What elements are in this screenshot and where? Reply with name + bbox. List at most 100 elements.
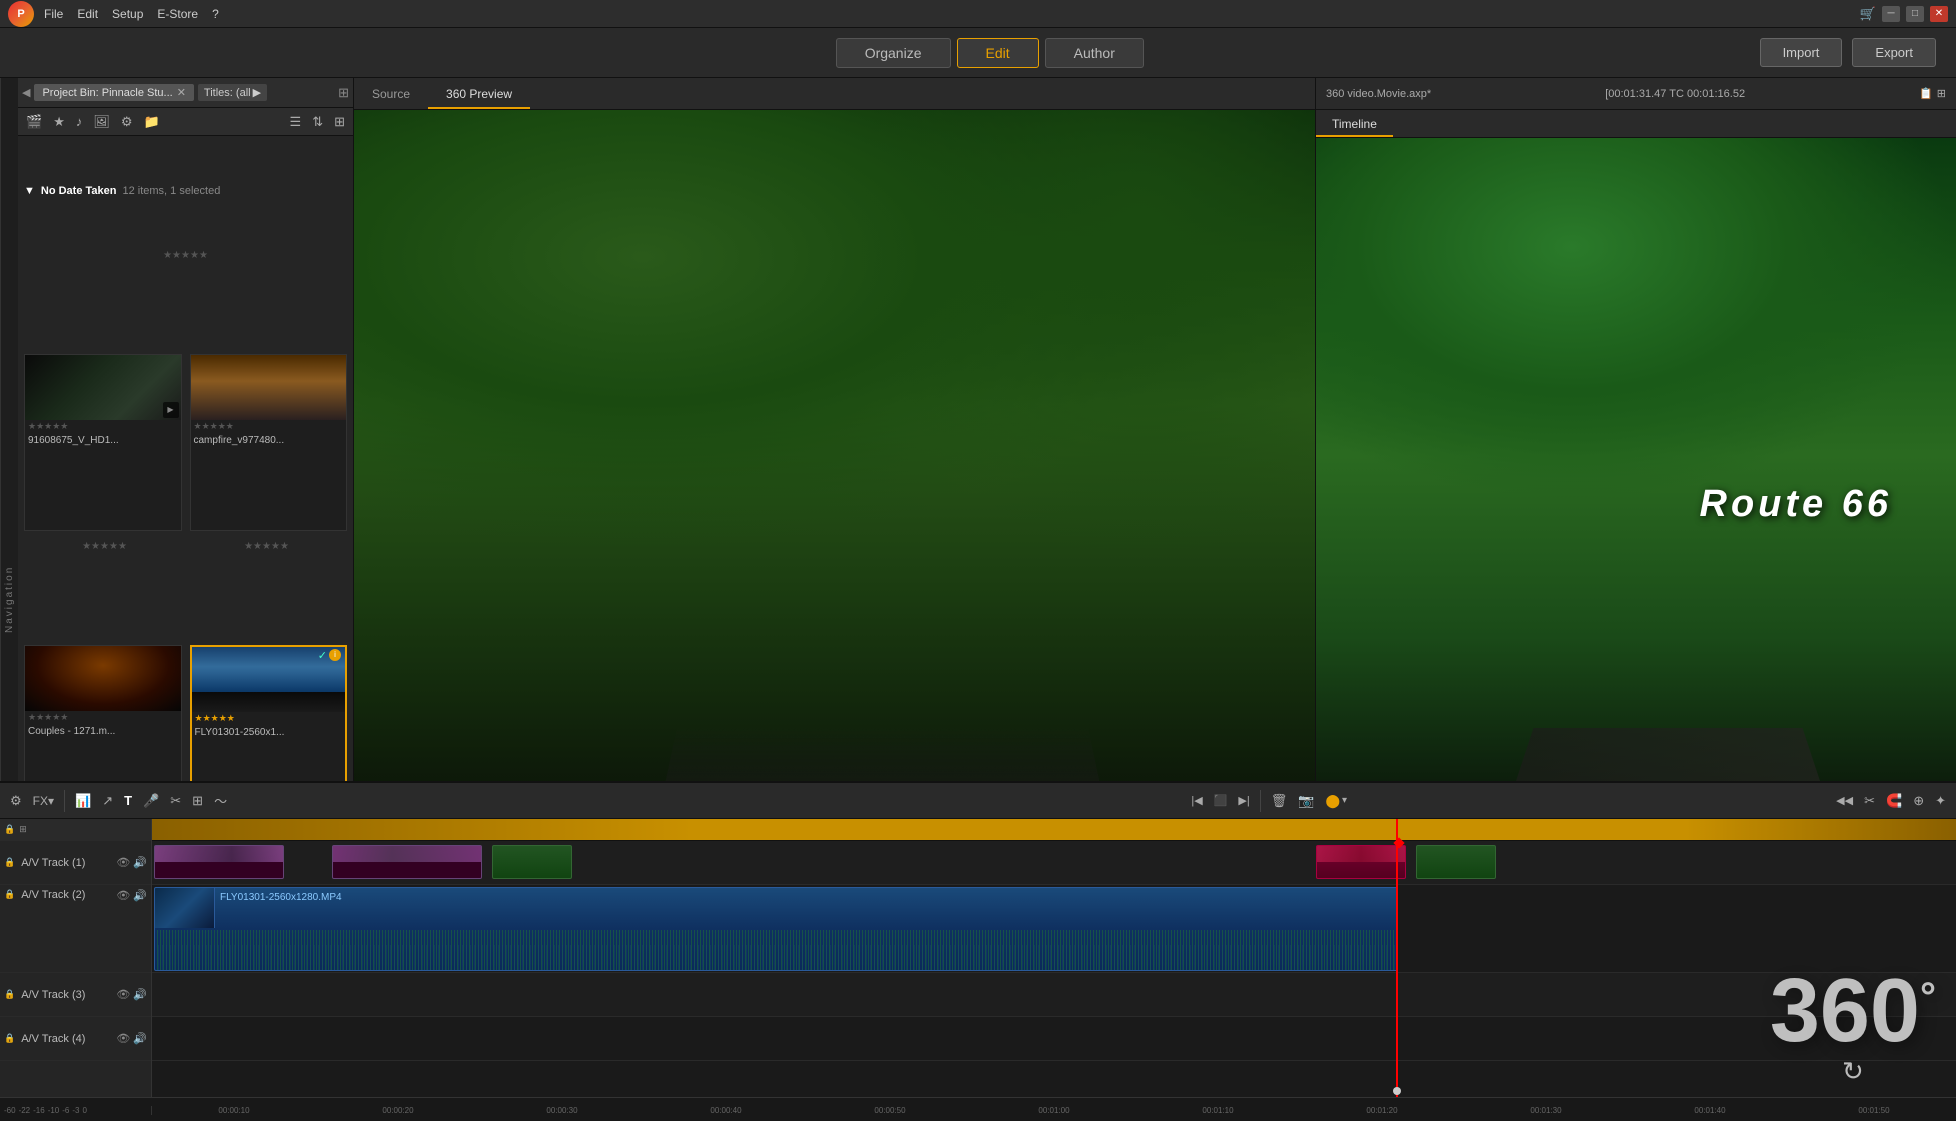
clip-1c[interactable] bbox=[492, 845, 572, 879]
titles-button[interactable]: Titles: (all ▶ bbox=[198, 84, 267, 101]
menu-help[interactable]: ? bbox=[212, 7, 219, 21]
author-button[interactable]: Author bbox=[1045, 38, 1144, 68]
panel-tb-list-icon[interactable]: ☰ bbox=[286, 112, 306, 132]
track-2-mute[interactable]: 🔊 bbox=[133, 889, 147, 902]
track-4-mute[interactable]: 🔊 bbox=[133, 1032, 147, 1045]
export-button[interactable]: Export bbox=[1852, 38, 1936, 67]
media-thumb bbox=[25, 646, 181, 711]
section-triangle[interactable]: ▼ bbox=[24, 185, 35, 197]
tl-cam-btn[interactable]: 📷 bbox=[1294, 791, 1318, 811]
edit-button[interactable]: Edit bbox=[957, 38, 1039, 68]
track-1-mute[interactable]: 🔊 bbox=[133, 856, 147, 869]
tl-time-9: 00:01:40 bbox=[1628, 1106, 1792, 1115]
star-filter[interactable]: ★★★★★ bbox=[163, 250, 208, 343]
tl-mic-btn[interactable]: 🎤 bbox=[139, 791, 163, 811]
organize-button[interactable]: Organize bbox=[836, 38, 951, 68]
preview-360-tab[interactable]: 360 Preview bbox=[428, 81, 530, 109]
panel-expand-icon[interactable]: ⊞ bbox=[338, 85, 349, 101]
panel-tb-music-icon[interactable]: ♪ bbox=[72, 112, 87, 131]
star-filter-2b[interactable]: ★★★★★ bbox=[244, 541, 289, 634]
track-3-mute[interactable]: 🔊 bbox=[133, 988, 147, 1001]
tl-extra-1[interactable]: ⊕ bbox=[1909, 791, 1928, 811]
track-1-eye[interactable]: 👁 bbox=[116, 856, 130, 869]
panel-tb-star-icon[interactable]: ★ bbox=[49, 112, 69, 132]
right-tab-bar: Timeline bbox=[1316, 110, 1956, 138]
tl-text-btn[interactable]: T bbox=[120, 791, 136, 810]
tl-grid-btn[interactable]: ⊞ bbox=[188, 791, 207, 811]
lock-icon-3: 🔒 bbox=[4, 989, 15, 1000]
media-label: FLY01301-2560x1... bbox=[192, 725, 346, 740]
timeline-tab[interactable]: Timeline bbox=[1316, 113, 1393, 137]
clip-2-main[interactable]: FLY01301-2560x1280.MP4 bbox=[154, 887, 1398, 971]
tl-orange-btn[interactable]: ⬤ ▾ bbox=[1321, 791, 1351, 811]
clip-1e[interactable] bbox=[1416, 845, 1496, 879]
tl-extra-2[interactable]: ✦ bbox=[1931, 791, 1950, 811]
panel-tb-sort-icon[interactable]: ⇅ bbox=[308, 112, 327, 132]
tl-delete-btn[interactable]: 🗑 bbox=[1267, 791, 1292, 811]
section-header: ▼ No Date Taken 12 items, 1 selected bbox=[24, 142, 347, 240]
top-nav-center: Organize Edit Author bbox=[836, 38, 1144, 68]
track-4-eye[interactable]: 👁 bbox=[116, 1032, 130, 1045]
media-stars[interactable]: ★★★★★ bbox=[192, 712, 346, 725]
tl-time-0: 00:00:10 bbox=[152, 1106, 316, 1115]
clip-1a[interactable] bbox=[154, 845, 284, 879]
right-icon-1[interactable]: 📋 bbox=[1919, 87, 1933, 100]
clip-1b[interactable] bbox=[332, 845, 482, 879]
window-maximize[interactable]: □ bbox=[1906, 6, 1924, 22]
tl-out-btn[interactable]: ▶| bbox=[1234, 792, 1253, 809]
tl-fx-btn[interactable]: FX▾ bbox=[29, 792, 58, 810]
tl-trim-btn[interactable]: ✂ bbox=[166, 791, 185, 811]
route-right-word: Route 66 bbox=[1700, 483, 1892, 525]
timeline-playhead[interactable] bbox=[1396, 819, 1398, 1097]
project-bin-header: ◀ Project Bin: Pinnacle Stu... ✕ Titles:… bbox=[18, 78, 353, 108]
track-2-eye[interactable]: 👁 bbox=[116, 889, 130, 902]
window-close[interactable]: ✕ bbox=[1930, 6, 1948, 22]
panel-tb-grid-icon[interactable]: ⊞ bbox=[330, 112, 349, 132]
db-label-5: -3 bbox=[72, 1106, 79, 1115]
tl-playhead-btn[interactable]: ⬛ bbox=[1210, 792, 1232, 809]
back-button[interactable]: ◀ bbox=[22, 86, 30, 99]
media-stars[interactable]: ★★★★★ bbox=[25, 711, 181, 724]
tl-settings-btn[interactable]: ⚙ bbox=[6, 791, 26, 811]
star-filter-2a[interactable]: ★★★★★ bbox=[82, 541, 127, 634]
track-3-eye[interactable]: 👁 bbox=[116, 988, 130, 1001]
media-stars[interactable]: ★★★★★ bbox=[191, 420, 347, 433]
panel-tb-gear-icon[interactable]: ⚙ bbox=[117, 112, 137, 132]
tl-wave-btn[interactable]: 〜 bbox=[210, 789, 231, 812]
timeline-area: ⚙ FX▾ 📊 ↗ T 🎤 ✂ ⊞ 〜 |◀ ⬛ ▶| 🗑 📷 ⬤ ▾ ◀◀ bbox=[0, 781, 1956, 1121]
panel-tb-folder-icon[interactable]: 📁 bbox=[140, 112, 164, 132]
tl-magnet-btn[interactable]: 🧲 bbox=[1882, 791, 1906, 811]
panel-tb-photo-icon[interactable]: 🖼 bbox=[89, 112, 114, 132]
project-bin-tab[interactable]: Project Bin: Pinnacle Stu... ✕ bbox=[34, 84, 193, 101]
av-track-4-row bbox=[152, 1017, 1956, 1061]
media-item[interactable]: ▶ ★★★★★ 91608675_V_HD1... bbox=[24, 354, 182, 531]
clip-1d[interactable] bbox=[1316, 845, 1406, 879]
media-stars[interactable]: ★★★★★ bbox=[25, 420, 181, 433]
section-count: 12 items, 1 selected bbox=[122, 185, 220, 197]
tl-razor-btn[interactable]: ✂ bbox=[1860, 791, 1879, 811]
gold-track-label: 🔒 ⊞ bbox=[0, 819, 151, 841]
track-label-2: 🔒 A/V Track (2) 👁 🔊 bbox=[0, 885, 151, 973]
window-cart-icon[interactable]: 🛒 bbox=[1860, 6, 1876, 22]
media-thumb bbox=[191, 355, 347, 420]
panel-tb-video-icon[interactable]: 🎬 bbox=[22, 112, 46, 132]
window-minimize[interactable]: ─ bbox=[1882, 6, 1900, 22]
tl-in-btn[interactable]: |◀ bbox=[1187, 792, 1206, 809]
tl-back-track-btn[interactable]: ◀◀ bbox=[1832, 792, 1857, 809]
tl-bar-chart-btn[interactable]: 📊 bbox=[71, 791, 95, 811]
media-item[interactable]: ★★★★★ campfire_v977480... bbox=[190, 354, 348, 531]
timeline-toolbar: ⚙ FX▾ 📊 ↗ T 🎤 ✂ ⊞ 〜 |◀ ⬛ ▶| 🗑 📷 ⬤ ▾ ◀◀ bbox=[0, 783, 1956, 819]
menu-edit[interactable]: Edit bbox=[77, 7, 98, 21]
menu-bar: P File Edit Setup E-Store ? 🛒 ─ □ ✕ bbox=[0, 0, 1956, 28]
source-tab[interactable]: Source bbox=[354, 81, 428, 109]
menu-file[interactable]: File bbox=[44, 7, 63, 21]
menu-setup[interactable]: Setup bbox=[112, 7, 143, 21]
db-label-0: -60 bbox=[4, 1106, 16, 1115]
check-badge: ✓ bbox=[318, 649, 327, 662]
tl-cursor-btn[interactable]: ↗ bbox=[98, 791, 117, 811]
menu-estore[interactable]: E-Store bbox=[157, 7, 198, 21]
project-bin-close[interactable]: ✕ bbox=[177, 86, 186, 99]
track-content: FLY01301-2560x1280.MP4 bbox=[152, 819, 1956, 1097]
right-icon-2[interactable]: ⊞ bbox=[1937, 87, 1946, 100]
import-button[interactable]: Import bbox=[1760, 38, 1843, 67]
